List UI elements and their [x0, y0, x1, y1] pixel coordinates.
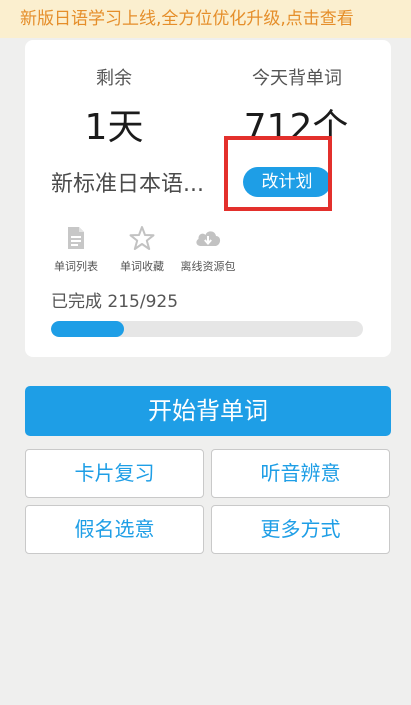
listen-meaning-button[interactable]: 听音辨意	[211, 449, 390, 498]
word-list-button[interactable]: 单词列表	[47, 224, 105, 274]
more-modes-button[interactable]: 更多方式	[211, 505, 390, 554]
document-icon	[62, 224, 90, 252]
study-plan-card: 剩余 1天 今天背单词 712个 新标准日本语... 改计划 单词列表 单词收藏…	[25, 40, 391, 357]
book-title[interactable]: 新标准日本语...	[51, 166, 204, 198]
word-favorites-button[interactable]: 单词收藏	[113, 224, 171, 274]
offline-pack-label: 离线资源包	[180, 260, 236, 273]
offline-pack-button[interactable]: 离线资源包	[179, 224, 237, 274]
promo-banner-text: 新版日语学习上线,全方位优化升级,点击查看	[20, 9, 354, 29]
tool-row: 单词列表 单词收藏 离线资源包	[47, 224, 237, 274]
star-icon	[128, 224, 156, 252]
kana-select-button[interactable]: 假名选意	[25, 505, 204, 554]
promo-banner[interactable]: 新版日语学习上线,全方位优化升级,点击查看	[0, 0, 411, 38]
progress-text: 已完成 215/925	[51, 292, 179, 312]
cloud-download-icon	[194, 224, 222, 252]
remaining-value: 1天	[84, 107, 144, 148]
progress-bar-fill	[51, 321, 124, 337]
card-review-button[interactable]: 卡片复习	[25, 449, 204, 498]
word-favorites-label: 单词收藏	[120, 260, 164, 273]
highlight-annotation-box	[224, 136, 332, 211]
remaining-label: 剩余	[96, 68, 132, 89]
word-list-label: 单词列表	[54, 260, 98, 273]
today-words-label: 今天背单词	[252, 68, 342, 89]
progress-bar	[51, 321, 363, 337]
start-memorizing-button[interactable]: 开始背单词	[25, 386, 391, 436]
